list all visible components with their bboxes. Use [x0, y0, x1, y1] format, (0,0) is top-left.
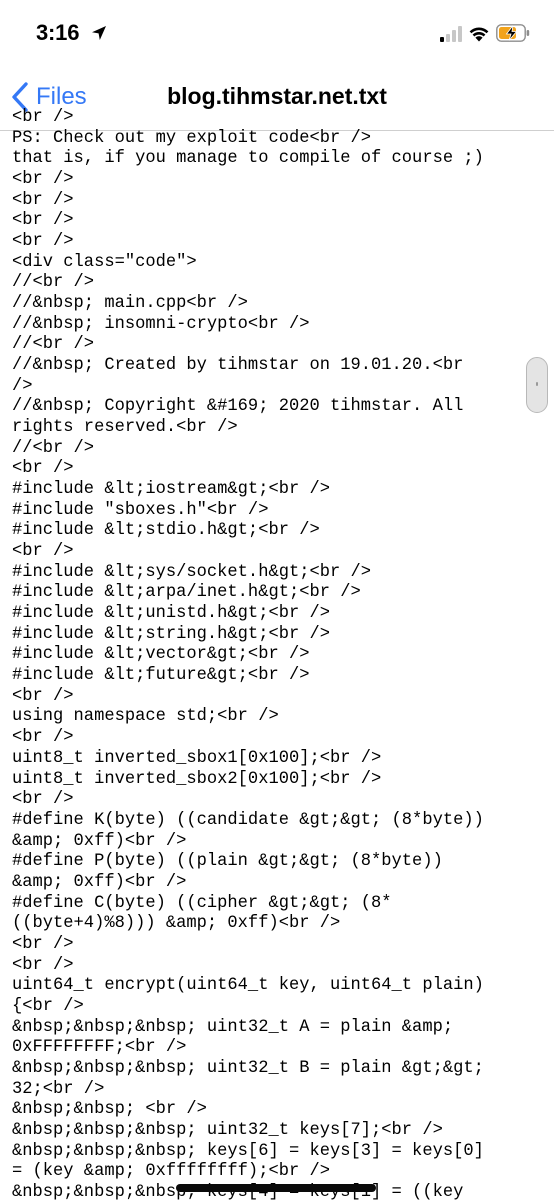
- document-line: //<br />: [12, 335, 95, 355]
- document-line: #include &lt;sys/socket.h&gt;<br />: [12, 562, 372, 582]
- document-line: #include &lt;stdio.h&gt;<br />: [12, 521, 320, 541]
- document-line: <br />: [12, 211, 74, 231]
- document-line: &amp; 0xff)<br />: [12, 872, 187, 892]
- document-line: #include &lt;string.h&gt;<br />: [12, 624, 330, 644]
- document-line: uint8_t inverted_sbox1[0x100];<br />: [12, 748, 382, 768]
- scroll-indicator[interactable]: [526, 357, 548, 413]
- document-line: #include "sboxes.h"<br />: [12, 500, 269, 520]
- document-line: rights reserved.<br />: [12, 418, 238, 438]
- document-line: 0xFFFFFFFF;<br />: [12, 1038, 187, 1058]
- document-line: <br />: [12, 108, 74, 127]
- document-line: <br />: [12, 955, 74, 975]
- document-line: &nbsp;&nbsp;&nbsp; uint32_t A = plain &a…: [12, 1017, 454, 1037]
- document-line: #include &lt;future&gt;<br />: [12, 666, 310, 686]
- document-line: #define P(byte) ((plain &gt;&gt; (8*byte…: [12, 852, 443, 872]
- document-line: {<br />: [12, 996, 84, 1016]
- document-line: <br />: [12, 170, 74, 190]
- document-line: #define C(byte) ((cipher &gt;&gt; (8*: [12, 893, 392, 913]
- document-line: <div class="code">: [12, 252, 197, 272]
- document-line: 32;<br />: [12, 1079, 105, 1099]
- home-indicator[interactable]: [176, 1184, 376, 1192]
- document-line: #include &lt;iostream&gt;<br />: [12, 480, 330, 500]
- document-viewer[interactable]: <br /> PS: Check out my exploit code<br /…: [0, 108, 554, 1200]
- status-time: 3:16: [36, 20, 80, 45]
- document-line: //&nbsp; Copyright &#169; 2020 tihmstar.…: [12, 397, 464, 417]
- page-title: blog.tihmstar.net.txt: [167, 83, 387, 109]
- document-text: <br /> PS: Check out my exploit code<br /…: [12, 108, 542, 1200]
- document-line: <br />: [12, 686, 74, 706]
- wifi-icon: [469, 27, 489, 42]
- document-line: <br />: [12, 790, 74, 810]
- document-line: //<br />: [12, 438, 95, 458]
- location-arrow-icon: [92, 26, 106, 40]
- document-line: #include &lt;vector&gt;<br />: [12, 645, 310, 665]
- document-line: <br />: [12, 232, 74, 252]
- document-line: that is, if you manage to compile of cou…: [12, 149, 484, 169]
- document-line: <br />: [12, 542, 74, 562]
- document-line: //&nbsp; Created by tihmstar on 19.01.20…: [12, 356, 464, 376]
- status-bar: 3:16: [0, 0, 554, 64]
- document-line: &nbsp;&nbsp;&nbsp; uint32_t keys[7];<br …: [12, 1120, 443, 1140]
- document-line: ((byte+4)%8))) &amp; 0xff)<br />: [12, 914, 341, 934]
- battery-charging-icon: [496, 24, 530, 42]
- document-line: <br />: [12, 728, 74, 748]
- document-line: #define K(byte) ((candidate &gt;&gt; (8*…: [12, 810, 484, 830]
- document-line: //&nbsp; main.cpp<br />: [12, 294, 248, 314]
- document-line: = (key &amp; 0xffffffff);<br />: [12, 1162, 330, 1182]
- document-line: //&nbsp; insomni-crypto<br />: [12, 314, 310, 334]
- document-line: #include &lt;arpa/inet.h&gt;<br />: [12, 583, 361, 603]
- document-line: using namespace std;<br />: [12, 707, 279, 727]
- document-line: &nbsp;&nbsp;&nbsp; keys[6] = keys[3] = k…: [12, 1141, 484, 1161]
- document-line: &amp; 0xff)<br />: [12, 831, 187, 851]
- document-line: <br />: [12, 934, 74, 954]
- document-line: uint64_t encrypt(uint64_t key, uint64_t …: [12, 976, 484, 996]
- document-line: PS: Check out my exploit code<br />: [12, 128, 372, 148]
- document-line: />: [12, 376, 33, 396]
- document-line: &nbsp;&nbsp;&nbsp; uint32_t B = plain &g…: [12, 1058, 484, 1078]
- document-line: <br />: [12, 459, 74, 479]
- document-line: <br />: [12, 190, 74, 210]
- document-line: //<br />: [12, 273, 95, 293]
- document-line: uint8_t inverted_sbox2[0x100];<br />: [12, 769, 382, 789]
- cellular-signal-icon: [440, 26, 462, 42]
- document-line: &nbsp;&nbsp; <br />: [12, 1100, 207, 1120]
- document-line: #include &lt;unistd.h&gt;<br />: [12, 604, 330, 624]
